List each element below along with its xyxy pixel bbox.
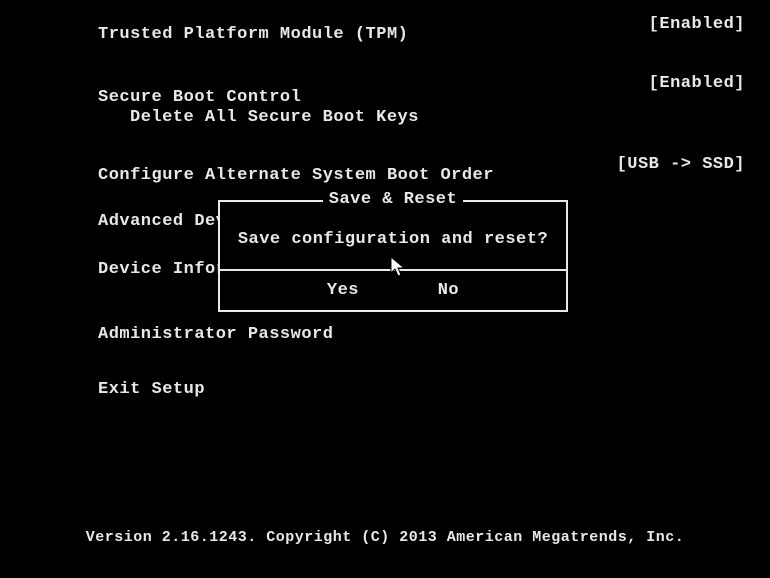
dialog-message: Save configuration and reset? xyxy=(220,202,566,263)
option-tpm[interactable]: Trusted Platform Module (TPM) xyxy=(98,25,408,44)
option-boot-order[interactable]: Configure Alternate System Boot Order xyxy=(98,166,494,185)
option-boot-order-value: [USB -> SSD] xyxy=(617,155,745,174)
option-exit-setup[interactable]: Exit Setup xyxy=(98,380,205,399)
option-delete-sb-keys[interactable]: Delete All Secure Boot Keys xyxy=(130,108,419,127)
dialog-save-reset: Save & Reset Save configuration and rese… xyxy=(218,200,568,312)
dialog-no-button[interactable]: No xyxy=(438,281,459,300)
dialog-yes-button[interactable]: Yes xyxy=(327,281,359,300)
option-secure-boot-value: [Enabled] xyxy=(649,74,745,93)
dialog-title: Save & Reset xyxy=(323,190,463,209)
footer-version: Version 2.16.1243. Copyright (C) 2013 Am… xyxy=(0,529,770,546)
option-tpm-value: [Enabled] xyxy=(649,15,745,34)
option-admin-password[interactable]: Administrator Password xyxy=(98,325,333,344)
option-secure-boot[interactable]: Secure Boot Control xyxy=(98,88,301,107)
